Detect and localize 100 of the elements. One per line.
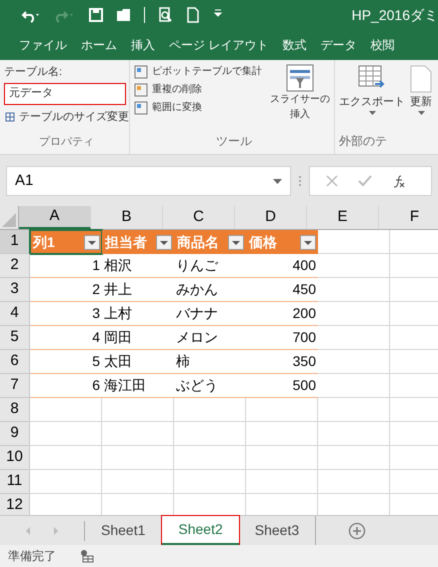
empty-cell [246, 446, 318, 470]
row-header[interactable]: 7 [0, 374, 30, 398]
field-label: テーブル名: [4, 64, 64, 80]
document-icon [409, 64, 433, 94]
row-header[interactable]: 11 [0, 470, 30, 494]
empty-cell [102, 398, 174, 422]
macro-record-icon[interactable] [80, 549, 94, 563]
print-preview-icon[interactable] [157, 7, 173, 23]
tool-button[interactable]: 範囲に変換 [134, 100, 262, 115]
empty-cell [318, 374, 390, 398]
row-header[interactable]: 8 [0, 398, 30, 422]
empty-cell [318, 422, 390, 446]
row-header[interactable]: 1 [0, 230, 30, 254]
table-cell: 相沢 [102, 254, 174, 278]
insert-slicer-button[interactable]: スライサーの 挿入 [270, 64, 330, 122]
ribbon-tab[interactable]: 校閲 [363, 30, 402, 60]
resize-table-button[interactable]: テーブルのサイズ変更 [4, 108, 129, 125]
row-header[interactable]: 6 [0, 350, 30, 374]
table-cell: バナナ [174, 302, 246, 326]
table-resize-icon [4, 110, 15, 123]
empty-cell [318, 254, 390, 278]
row-header[interactable]: 3 [0, 278, 30, 302]
empty-cell [102, 446, 174, 470]
row-header[interactable]: 5 [0, 326, 30, 350]
add-sheet-icon[interactable] [348, 522, 366, 540]
table-header-cell: 担当者 [102, 230, 174, 254]
table-cell: 岡田 [102, 326, 174, 350]
empty-cell [174, 470, 246, 494]
column-header[interactable]: C [163, 206, 235, 229]
table-cell: ぶどう [174, 374, 246, 398]
table-cell: 1 [30, 254, 102, 278]
ribbon-tab[interactable]: 挿入 [124, 30, 162, 60]
empty-cell [174, 422, 246, 446]
tool-icon [134, 64, 148, 78]
table-cell: 6 [30, 374, 102, 398]
empty-cell [102, 422, 174, 446]
table-cell: 5 [30, 350, 102, 374]
table-cell: 400 [246, 254, 318, 278]
table-cell: 井上 [102, 278, 174, 302]
ribbon-tab[interactable]: ページ レイアウト [162, 30, 276, 60]
table-name-field[interactable]: 元データ [4, 82, 126, 104]
filter-dropdown-icon[interactable] [156, 234, 172, 250]
window-title: HP_2016ダミ [352, 6, 438, 25]
table-cell: 200 [246, 302, 318, 326]
empty-cell [246, 470, 318, 494]
row-header[interactable]: 2 [0, 254, 30, 278]
table-cell: 350 [246, 350, 318, 374]
table-cell: 2 [30, 278, 102, 302]
slicer-icon [286, 64, 314, 92]
name-box[interactable]: A1 [6, 166, 291, 196]
table-cell: 海江田 [102, 374, 174, 398]
folder-icon[interactable] [116, 7, 132, 23]
function-icon[interactable] [392, 174, 406, 188]
table-header-cell: 商品名 [174, 230, 246, 254]
empty-cell [174, 446, 246, 470]
save-icon[interactable] [88, 7, 104, 23]
row-header[interactable]: 9 [0, 422, 30, 446]
ribbon-tab[interactable]: データ [313, 30, 364, 60]
column-header[interactable]: D [235, 206, 307, 229]
group-label: プロパティ [39, 134, 94, 150]
column-header[interactable]: A [19, 206, 91, 229]
ribbon-tab[interactable]: ホーム [74, 30, 124, 60]
refresh-button[interactable]: 更新 [409, 64, 433, 114]
filter-dropdown-icon[interactable] [228, 234, 244, 250]
table-cell: 500 [246, 374, 318, 398]
empty-cell [318, 446, 390, 470]
empty-cell [318, 350, 390, 374]
status-text: 準備完了 [8, 548, 56, 565]
ribbon-tab[interactable]: ファイル [12, 30, 74, 60]
tool-icon [134, 82, 148, 96]
table-cell: 太田 [102, 350, 174, 374]
tool-button[interactable]: ピボットテーブルで集計 [134, 64, 262, 79]
row-header[interactable]: 4 [0, 302, 30, 326]
ribbon-tab[interactable]: 数式 [275, 30, 314, 60]
empty-cell [246, 422, 318, 446]
table-cell: 柿 [174, 350, 246, 374]
empty-cell [318, 398, 390, 422]
empty-cell [318, 302, 390, 326]
table-cell: 上村 [102, 302, 174, 326]
filter-dropdown-icon[interactable] [300, 234, 316, 250]
tool-button[interactable]: 重複の削除 [134, 82, 262, 97]
table-cell: りんご [174, 254, 246, 278]
table-cell: 3 [30, 302, 102, 326]
export-button[interactable]: エクスポート [339, 64, 405, 114]
sheet-tab[interactable]: Sheet2 [162, 516, 239, 545]
row-header[interactable]: 12 [0, 494, 30, 515]
empty-cell [102, 470, 174, 494]
column-header[interactable]: F [379, 206, 438, 229]
empty-cell [174, 398, 246, 422]
group-label: ツール [216, 133, 252, 150]
empty-cell [318, 326, 390, 350]
column-header[interactable]: E [307, 206, 379, 229]
caret-icon [368, 110, 376, 114]
new-document-icon[interactable] [185, 7, 201, 23]
filter-dropdown-icon[interactable] [84, 234, 100, 250]
row-header[interactable]: 10 [0, 446, 30, 470]
table-cell: 450 [246, 278, 318, 302]
check-icon[interactable] [358, 175, 372, 187]
empty-cell [246, 398, 318, 422]
table-cell: みかん [174, 278, 246, 302]
